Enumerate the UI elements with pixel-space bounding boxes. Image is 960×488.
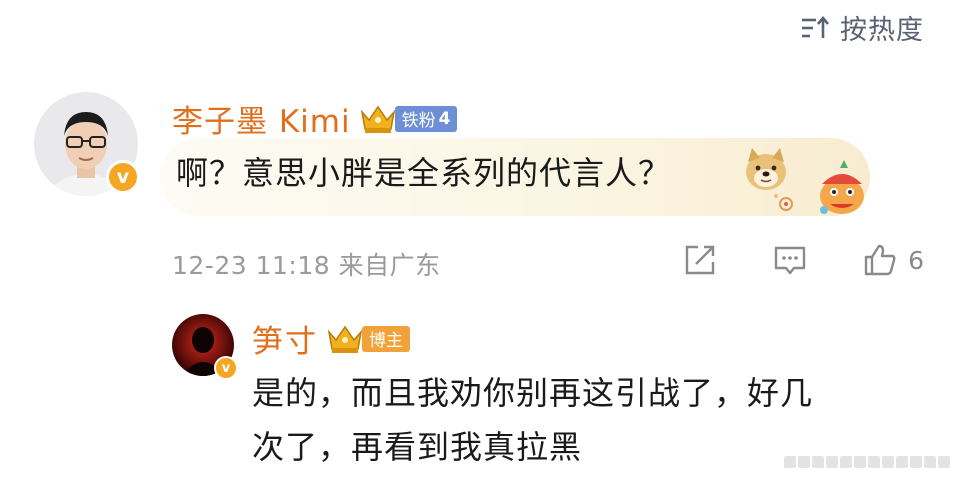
like-icon[interactable] [862,242,898,278]
commenter-avatar[interactable]: v [34,92,140,196]
watermark [784,456,950,468]
commenter-username[interactable]: 李子墨 Kimi [172,96,351,141]
crown-icon [360,105,395,133]
sort-label: 按热度 [840,15,924,46]
crown-icon [327,325,363,353]
replier-username[interactable]: 笋寸 [252,316,318,361]
fan-badge-label: 铁粉 [401,111,436,131]
comment-actions: 6 [628,242,924,278]
share-icon[interactable] [682,242,718,278]
comment-text: 啊？意思小胖是全系列的代言人？ [176,154,672,192]
sort-by-hot-button[interactable]: 按热度 [800,8,924,47]
reply-text-line: 是的，而且我劝你别再这引战了，好几 [252,374,814,412]
comment-timestamp-location: 12-23 11:18 来自广东 [172,251,441,280]
fan-badge-level: 4 [438,108,451,129]
commenter-header: 李子墨 Kimi 铁粉 4 [172,96,458,141]
verified-badge-icon: v [106,160,140,194]
reply-icon[interactable] [772,242,808,278]
replier-header: 笋寸 博主 [252,316,410,361]
blogger-badge: 博主 [362,325,410,352]
replier-avatar[interactable]: v [172,314,238,380]
lion-dance-decoration-icon [774,160,864,214]
fan-level-badge: 铁粉 4 [394,105,458,132]
like-count: 6 [908,245,924,275]
sort-icon [802,15,829,38]
verified-badge-icon: v [214,356,238,380]
